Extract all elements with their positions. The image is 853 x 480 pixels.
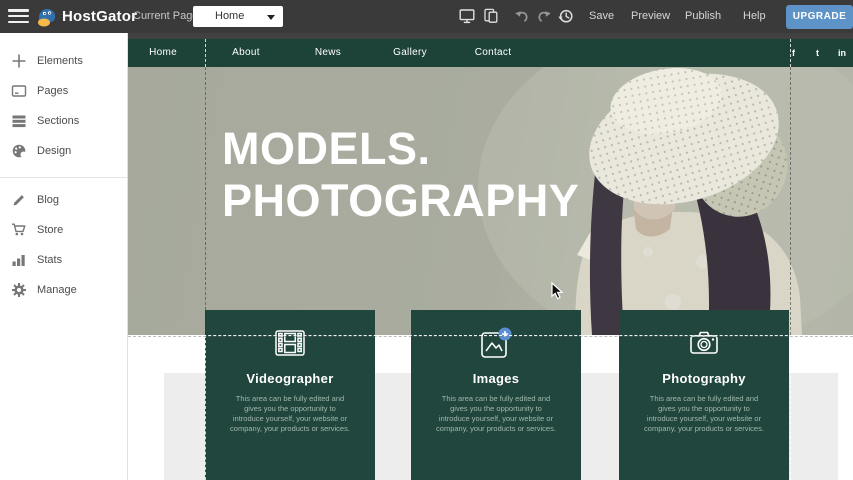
redo-icon[interactable] xyxy=(536,8,552,24)
page-select-value: Home xyxy=(215,6,244,27)
section-guide-right-hero xyxy=(790,67,791,335)
card-body: This area can be fully edited and gives … xyxy=(205,394,375,434)
card-body-line: company, your products or services. xyxy=(619,424,789,434)
sidebar-item-label: Pages xyxy=(37,85,68,97)
sidebar-item-label: Store xyxy=(37,224,63,236)
section-guide-left-hero xyxy=(205,67,206,335)
site-canvas: Home About News Gallery Contact f t in xyxy=(128,33,853,480)
site-nav-item-home[interactable]: Home xyxy=(149,39,177,67)
help-button[interactable]: Help xyxy=(743,0,766,33)
card-body-line: gives you the opportunity to xyxy=(205,404,375,414)
section-guide-right-lower xyxy=(790,335,791,480)
undo-icon[interactable] xyxy=(514,8,530,24)
site-nav-item-gallery[interactable]: Gallery xyxy=(393,39,427,67)
hostgator-logo[interactable]: HostGator xyxy=(36,5,137,28)
site-nav-item-about[interactable]: About xyxy=(232,39,260,67)
editor-sidebar: Elements Pages Sections Design xyxy=(0,33,128,480)
hamburger-menu-icon[interactable] xyxy=(8,9,29,24)
sidebar-item-stats[interactable]: Stats xyxy=(0,245,127,275)
history-icon[interactable] xyxy=(558,8,574,24)
linkedin-icon[interactable]: in xyxy=(838,39,846,67)
sidebar-item-label: Elements xyxy=(37,55,83,67)
card-title: Images xyxy=(411,371,581,386)
add-element-badge-icon xyxy=(499,328,512,341)
section-guide-right-nav xyxy=(790,39,791,67)
card-body-line: company, your products or services. xyxy=(205,424,375,434)
hero-title[interactable]: MODELS. PHOTOGRAPHY xyxy=(222,123,579,227)
sidebar-item-label: Manage xyxy=(37,284,77,296)
section-guide-bottom-shadow xyxy=(128,336,853,337)
plus-icon xyxy=(11,53,27,69)
card-body: This area can be fully edited and gives … xyxy=(411,394,581,434)
caret-down-icon xyxy=(267,15,275,20)
facebook-icon[interactable]: f xyxy=(792,39,795,67)
card-body-line: This area can be fully edited and xyxy=(411,394,581,404)
sidebar-item-design[interactable]: Design xyxy=(0,136,127,166)
sections-icon xyxy=(11,113,27,129)
sidebar-item-label: Sections xyxy=(37,115,79,127)
gear-icon xyxy=(11,282,27,298)
sidebar-item-label: Design xyxy=(37,145,71,157)
sidebar-item-elements[interactable]: Elements xyxy=(0,46,127,76)
card-body-line: introduce yourself, your website or xyxy=(205,414,375,424)
hero-title-line2: PHOTOGRAPHY xyxy=(222,175,579,227)
hero-title-line1: MODELS. xyxy=(222,123,579,175)
card-body-line: introduce yourself, your website or xyxy=(411,414,581,424)
card-body-line: introduce yourself, your website or xyxy=(619,414,789,424)
card-body-line: company, your products or services. xyxy=(411,424,581,434)
section-guide-bottom xyxy=(128,335,853,336)
card-body-line: This area can be fully edited and xyxy=(205,394,375,404)
twitter-icon[interactable]: t xyxy=(816,39,819,67)
sidebar-item-blog[interactable]: Blog xyxy=(0,185,127,215)
section-guide-left-nav xyxy=(205,39,206,67)
card-body-line: gives you the opportunity to xyxy=(411,404,581,414)
site-nav-item-contact[interactable]: Contact xyxy=(475,39,512,67)
card-title: Videographer xyxy=(205,371,375,386)
hostgator-mascot-icon xyxy=(36,6,58,28)
mouse-cursor-icon xyxy=(551,282,565,301)
bar-chart-icon xyxy=(11,252,27,268)
section-guide-left-lower xyxy=(205,335,206,480)
preview-button[interactable]: Preview xyxy=(631,0,670,33)
publish-button[interactable]: Publish xyxy=(685,0,721,33)
pages-icon xyxy=(11,83,27,99)
brand-name: HostGator xyxy=(62,8,137,25)
site-nav-item-news[interactable]: News xyxy=(315,39,341,67)
card-body: This area can be fully edited and gives … xyxy=(619,394,789,434)
top-toolbar: HostGator Current Page: Home xyxy=(0,0,853,33)
site-nav-bar: Home About News Gallery Contact f t in xyxy=(128,39,853,67)
hostgator-builder-window: HostGator Current Page: Home xyxy=(0,0,853,480)
pencil-icon xyxy=(11,192,27,208)
palette-icon xyxy=(11,143,27,159)
card-title: Photography xyxy=(619,371,789,386)
card-body-line: gives you the opportunity to xyxy=(619,404,789,414)
hero-section[interactable]: MODELS. PHOTOGRAPHY xyxy=(128,67,853,335)
sidebar-item-label: Blog xyxy=(37,194,59,206)
save-button[interactable]: Save xyxy=(589,0,614,33)
sidebar-item-pages[interactable]: Pages xyxy=(0,76,127,106)
camera-icon xyxy=(619,325,789,363)
image-icon xyxy=(411,325,581,363)
card-body-line: This area can be fully edited and xyxy=(619,394,789,404)
sidebar-item-label: Stats xyxy=(37,254,62,266)
film-strip-icon xyxy=(205,325,375,363)
page-select-dropdown[interactable]: Home xyxy=(193,6,283,27)
upgrade-button[interactable]: UPGRADE xyxy=(786,5,853,29)
desktop-view-icon[interactable] xyxy=(459,8,475,24)
sidebar-item-store[interactable]: Store xyxy=(0,215,127,245)
sidebar-item-manage[interactable]: Manage xyxy=(0,275,127,305)
cart-icon xyxy=(11,222,27,238)
current-page-label: Current Page: xyxy=(133,0,201,33)
sidebar-divider xyxy=(0,177,127,178)
sidebar-item-sections[interactable]: Sections xyxy=(0,106,127,136)
mobile-view-icon[interactable] xyxy=(483,8,499,24)
